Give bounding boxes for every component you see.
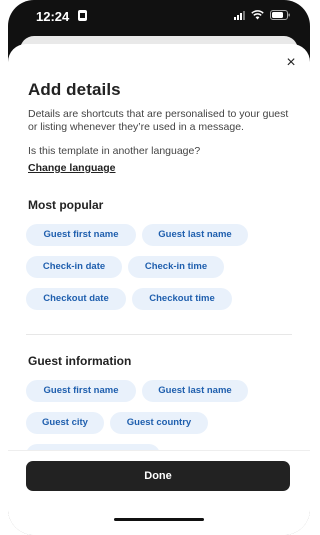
header-section: Add details Details are shortcuts that a… — [28, 80, 298, 176]
status-bar: 12:24 — [8, 0, 310, 34]
section-divider — [26, 334, 292, 335]
section-title-most-popular: Most popular — [28, 198, 104, 212]
chip-check-in-time[interactable]: Check-in time — [128, 256, 224, 278]
add-details-sheet: × Add details Details are shortcuts that… — [8, 44, 310, 535]
description-text: Details are shortcuts that are personali… — [28, 108, 289, 133]
chip-guest-last-name[interactable]: Guest last name — [142, 224, 248, 246]
chip-guest-country[interactable]: Guest country — [110, 412, 208, 434]
sheet-footer: Done — [8, 450, 310, 535]
sim-card-icon — [78, 10, 87, 21]
phone-frame: 12:24 × Add details Details are shortcut… — [8, 0, 310, 535]
chip-checkout-time[interactable]: Checkout time — [132, 288, 232, 310]
done-button[interactable]: Done — [26, 461, 290, 491]
chip-checkout-date[interactable]: Checkout date — [26, 288, 126, 310]
home-indicator — [114, 518, 204, 521]
wifi-icon — [251, 10, 264, 20]
chip-check-in-date[interactable]: Check-in date — [26, 256, 122, 278]
change-language-link[interactable]: Change language — [28, 162, 116, 174]
language-question: Is this template in another language? — [28, 145, 201, 157]
chip-guest-last-name-2[interactable]: Guest last name — [142, 380, 248, 402]
battery-icon — [270, 10, 290, 20]
chip-guest-city[interactable]: Guest city — [26, 412, 104, 434]
status-icons — [234, 10, 290, 20]
signal-icon — [234, 10, 245, 20]
chip-guest-first-name[interactable]: Guest first name — [26, 224, 136, 246]
chip-guest-first-name-2[interactable]: Guest first name — [26, 380, 136, 402]
status-time: 12:24 — [36, 9, 70, 24]
close-button[interactable]: × — [282, 54, 300, 72]
page-title: Add details — [28, 80, 121, 99]
section-title-guest-information: Guest information — [28, 354, 132, 368]
